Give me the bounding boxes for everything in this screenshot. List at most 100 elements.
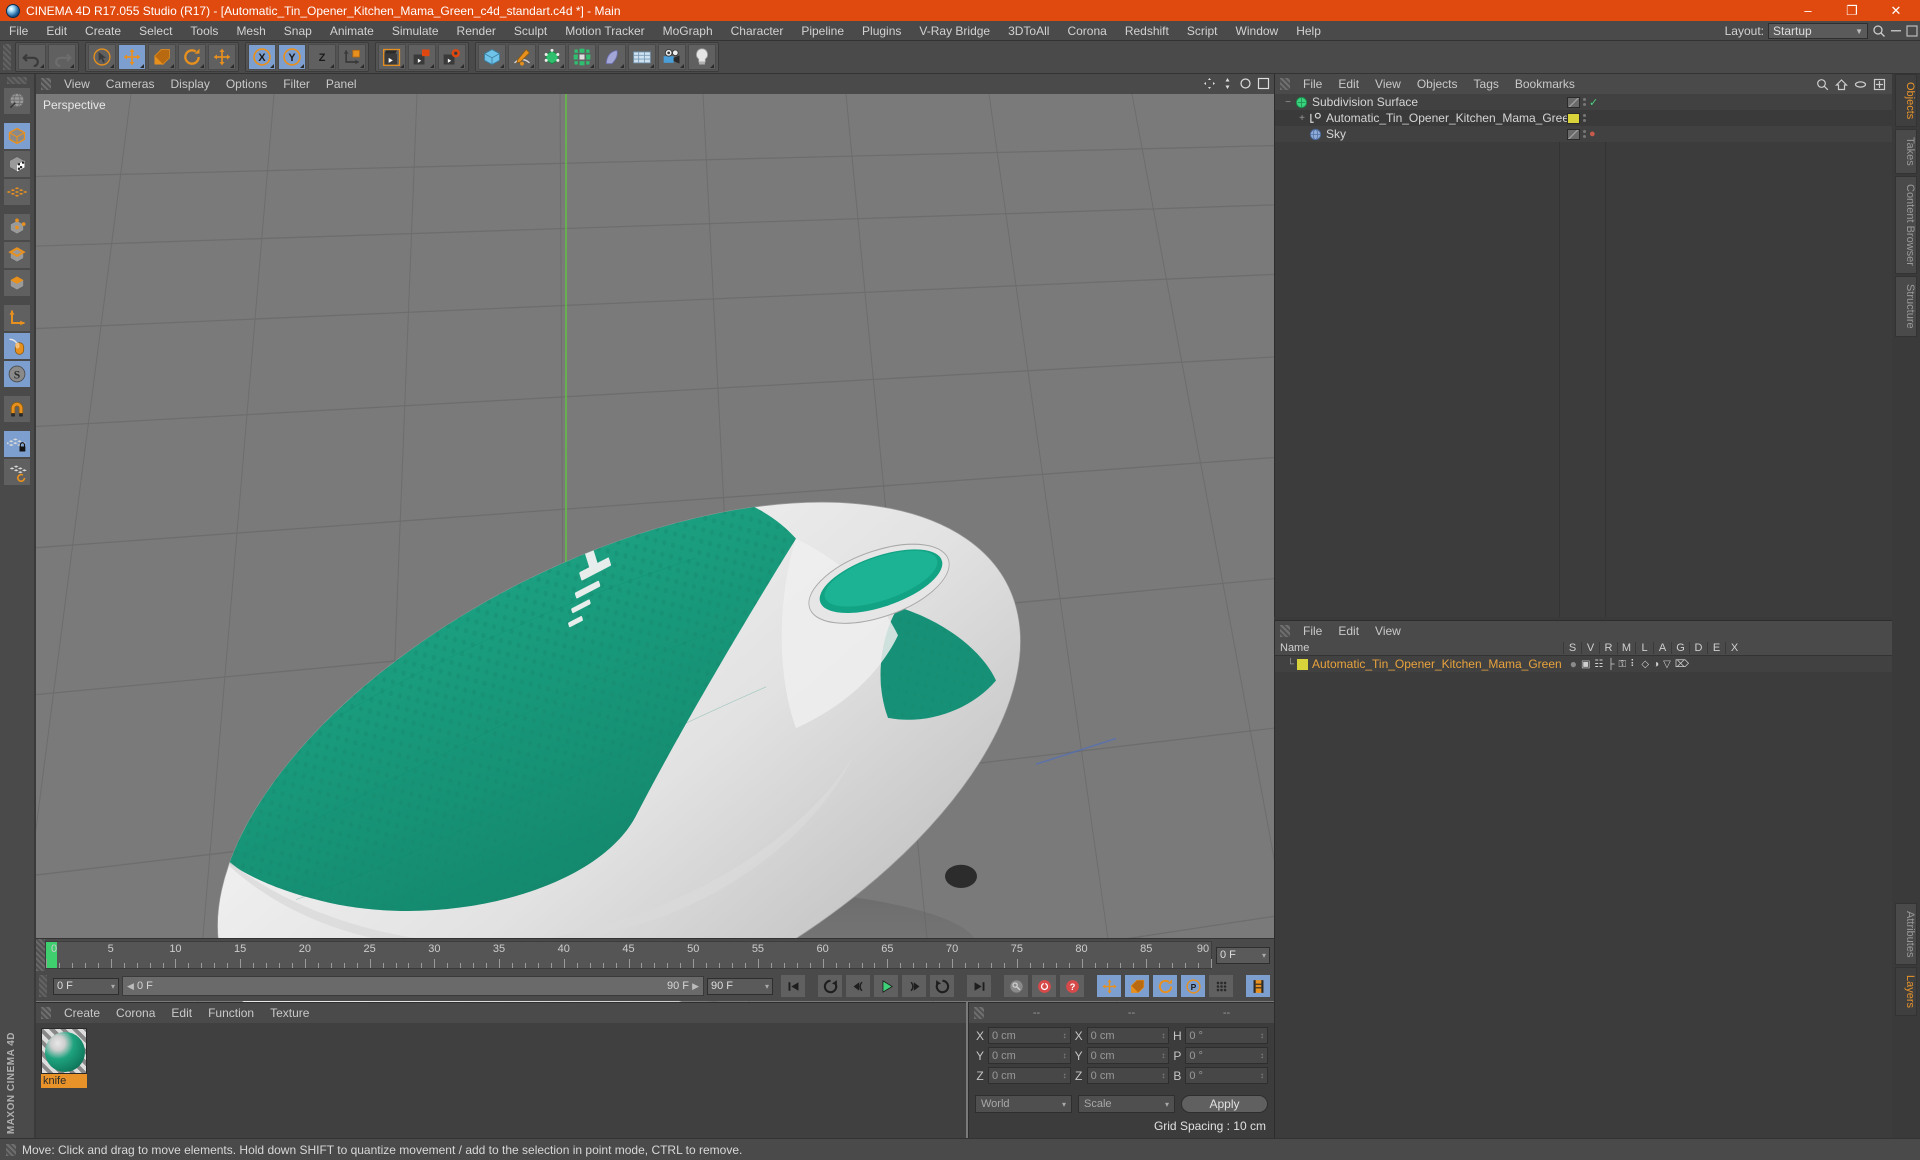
menu-item-sculpt[interactable]: Sculpt bbox=[505, 21, 556, 41]
object-row[interactable]: + Automatic_Tin_Opener_Kitchen_Mama_Green bbox=[1275, 110, 1892, 126]
rotate-icon[interactable] bbox=[1239, 77, 1252, 90]
zoom-icon[interactable] bbox=[1221, 77, 1234, 90]
menu-item-pipeline[interactable]: Pipeline bbox=[792, 21, 853, 41]
viewport-menu-view[interactable]: View bbox=[56, 74, 98, 94]
workplane-rotate-button[interactable] bbox=[3, 458, 31, 486]
menu-item-v-ray-bridge[interactable]: V-Ray Bridge bbox=[910, 21, 999, 41]
layer-header-g[interactable]: G bbox=[1671, 642, 1689, 654]
viewport-menu-options[interactable]: Options bbox=[218, 74, 275, 94]
add-floor-button[interactable] bbox=[628, 44, 656, 70]
menu-item-3dtoall[interactable]: 3DToAll bbox=[999, 21, 1058, 41]
record-active-objects-button[interactable] bbox=[1003, 974, 1029, 998]
minimize-button[interactable]: – bbox=[1786, 0, 1830, 21]
autokeying-button[interactable] bbox=[1031, 974, 1057, 998]
spinner-icon[interactable]: ↕ bbox=[1260, 1071, 1264, 1080]
coord-input-size-x[interactable]: 0 cm ↕ bbox=[1086, 1027, 1170, 1044]
go-to-start-button[interactable] bbox=[780, 974, 806, 998]
search-icon[interactable] bbox=[1816, 78, 1829, 91]
spinner-icon[interactable]: ↕ bbox=[1063, 1051, 1067, 1060]
spinner-icon[interactable]: ↕ bbox=[1260, 1051, 1264, 1060]
lock-toggle-icon[interactable]: ⚿ bbox=[1618, 659, 1626, 670]
layer-row[interactable]: └ Automatic_Tin_Opener_Kitchen_Mama_Green… bbox=[1275, 656, 1892, 672]
polygons-mode-button[interactable] bbox=[3, 269, 31, 297]
expand-panel-icon[interactable] bbox=[1906, 25, 1918, 37]
maximize-button[interactable]: ❐ bbox=[1830, 0, 1874, 21]
menu-item-animate[interactable]: Animate bbox=[321, 21, 383, 41]
ellipse-icon[interactable] bbox=[1854, 78, 1867, 91]
redo-button[interactable] bbox=[48, 44, 76, 70]
object-menu-bookmarks[interactable]: Bookmarks bbox=[1507, 74, 1583, 94]
model-mode-button[interactable] bbox=[3, 122, 31, 150]
coordinate-system-dropdown[interactable]: World ▾ bbox=[975, 1095, 1072, 1113]
object-color-swatch[interactable] bbox=[1567, 128, 1580, 140]
xref-toggle-icon[interactable]: ⌦ bbox=[1675, 659, 1689, 670]
material-name[interactable]: knife bbox=[41, 1074, 87, 1088]
lock-z-axis-button[interactable]: Z bbox=[308, 44, 336, 70]
next-frame-button[interactable] bbox=[901, 974, 927, 998]
expand-icon[interactable] bbox=[1873, 78, 1886, 91]
axis-mode-button[interactable] bbox=[3, 304, 31, 332]
spinner-icon[interactable]: ↕ bbox=[1161, 1071, 1165, 1080]
scale-tool-button[interactable] bbox=[148, 44, 176, 70]
visibility-dots-icon[interactable] bbox=[1583, 114, 1586, 122]
coordinates-grip[interactable] bbox=[974, 1007, 984, 1019]
move-tool-button[interactable] bbox=[118, 44, 146, 70]
key-pla-button[interactable] bbox=[1208, 974, 1234, 998]
manager-toggle-icon[interactable]: ├ bbox=[1607, 659, 1614, 670]
viewport-menu-display[interactable]: Display bbox=[162, 74, 217, 94]
menu-item-help[interactable]: Help bbox=[1287, 21, 1330, 41]
add-deformer-button[interactable] bbox=[598, 44, 626, 70]
world-coordinates-button[interactable] bbox=[338, 44, 366, 70]
layer-header-m[interactable]: M bbox=[1617, 642, 1635, 654]
toolbar-grip[interactable] bbox=[3, 44, 11, 70]
minimize-panel-icon[interactable] bbox=[1890, 25, 1902, 37]
menu-item-snap[interactable]: Snap bbox=[275, 21, 321, 41]
render-region-button[interactable] bbox=[408, 44, 436, 70]
key-position-button[interactable] bbox=[1096, 974, 1122, 998]
material-list[interactable]: knife bbox=[36, 1023, 966, 1138]
menu-item-select[interactable]: Select bbox=[130, 21, 181, 41]
layer-header-x[interactable]: X bbox=[1725, 642, 1743, 654]
generator-toggle-icon[interactable]: ◇ bbox=[1641, 659, 1649, 670]
coord-input-rotation-b[interactable]: 0 ° ↕ bbox=[1185, 1067, 1269, 1084]
points-mode-button[interactable] bbox=[3, 213, 31, 241]
visibility-dots-icon[interactable] bbox=[1583, 130, 1586, 138]
coord-input-position-x[interactable]: 0 cm ↕ bbox=[988, 1027, 1071, 1044]
timeline-grip[interactable] bbox=[36, 939, 45, 971]
layer-header-l[interactable]: L bbox=[1635, 642, 1653, 654]
viewport-menu-cameras[interactable]: Cameras bbox=[98, 74, 163, 94]
spinner-icon[interactable]: ↕ bbox=[1260, 1031, 1264, 1040]
layout-dropdown[interactable]: Startup ▼ bbox=[1768, 23, 1868, 39]
add-spline-button[interactable] bbox=[508, 44, 536, 70]
menu-item-mograph[interactable]: MoGraph bbox=[654, 21, 722, 41]
menu-item-motion-tracker[interactable]: Motion Tracker bbox=[556, 21, 653, 41]
snap-mode-button[interactable]: S bbox=[3, 360, 31, 388]
edges-mode-button[interactable] bbox=[3, 241, 31, 269]
solo-toggle-icon[interactable]: ● bbox=[1570, 657, 1577, 671]
material-menu-edit[interactable]: Edit bbox=[163, 1003, 200, 1023]
coord-input-position-y[interactable]: 0 cm ↕ bbox=[988, 1047, 1071, 1064]
range-end-arrow-icon[interactable]: ▶ bbox=[692, 981, 699, 991]
menu-item-render[interactable]: Render bbox=[448, 21, 505, 41]
menu-item-simulate[interactable]: Simulate bbox=[383, 21, 448, 41]
timeline-ruler[interactable]: 0 5 10 15 20 25 30 35 40 45 50 55 60 65 70 75 80 85 90 bbox=[45, 941, 1212, 969]
render-toggle-icon[interactable]: ☷ bbox=[1594, 659, 1603, 670]
left-toolbar-grip[interactable] bbox=[7, 77, 27, 84]
home-icon[interactable] bbox=[1835, 78, 1848, 91]
layer-color-swatch[interactable] bbox=[1297, 658, 1308, 670]
enabled-check-icon[interactable]: ✓ bbox=[1589, 96, 1598, 109]
coord-input-rotation-h[interactable]: 0 ° ↕ bbox=[1185, 1027, 1269, 1044]
lock-workplane-button[interactable] bbox=[3, 430, 31, 458]
material-manager-grip[interactable] bbox=[41, 1007, 51, 1019]
enabled-check-icon[interactable]: ● bbox=[1589, 128, 1596, 140]
menu-item-corona[interactable]: Corona bbox=[1058, 21, 1115, 41]
key-parameter-button[interactable]: P bbox=[1180, 974, 1206, 998]
viewport-menu-panel[interactable]: Panel bbox=[318, 74, 365, 94]
range-start-arrow-icon[interactable]: ◀ bbox=[127, 981, 134, 991]
search-icon[interactable] bbox=[1872, 24, 1886, 38]
expression-toggle-icon[interactable]: ▽ bbox=[1663, 659, 1671, 670]
coord-input-size-y[interactable]: 0 cm ↕ bbox=[1086, 1047, 1170, 1064]
layer-header-e[interactable]: E bbox=[1707, 642, 1725, 654]
menu-item-edit[interactable]: Edit bbox=[37, 21, 76, 41]
material-preview[interactable] bbox=[41, 1028, 87, 1074]
